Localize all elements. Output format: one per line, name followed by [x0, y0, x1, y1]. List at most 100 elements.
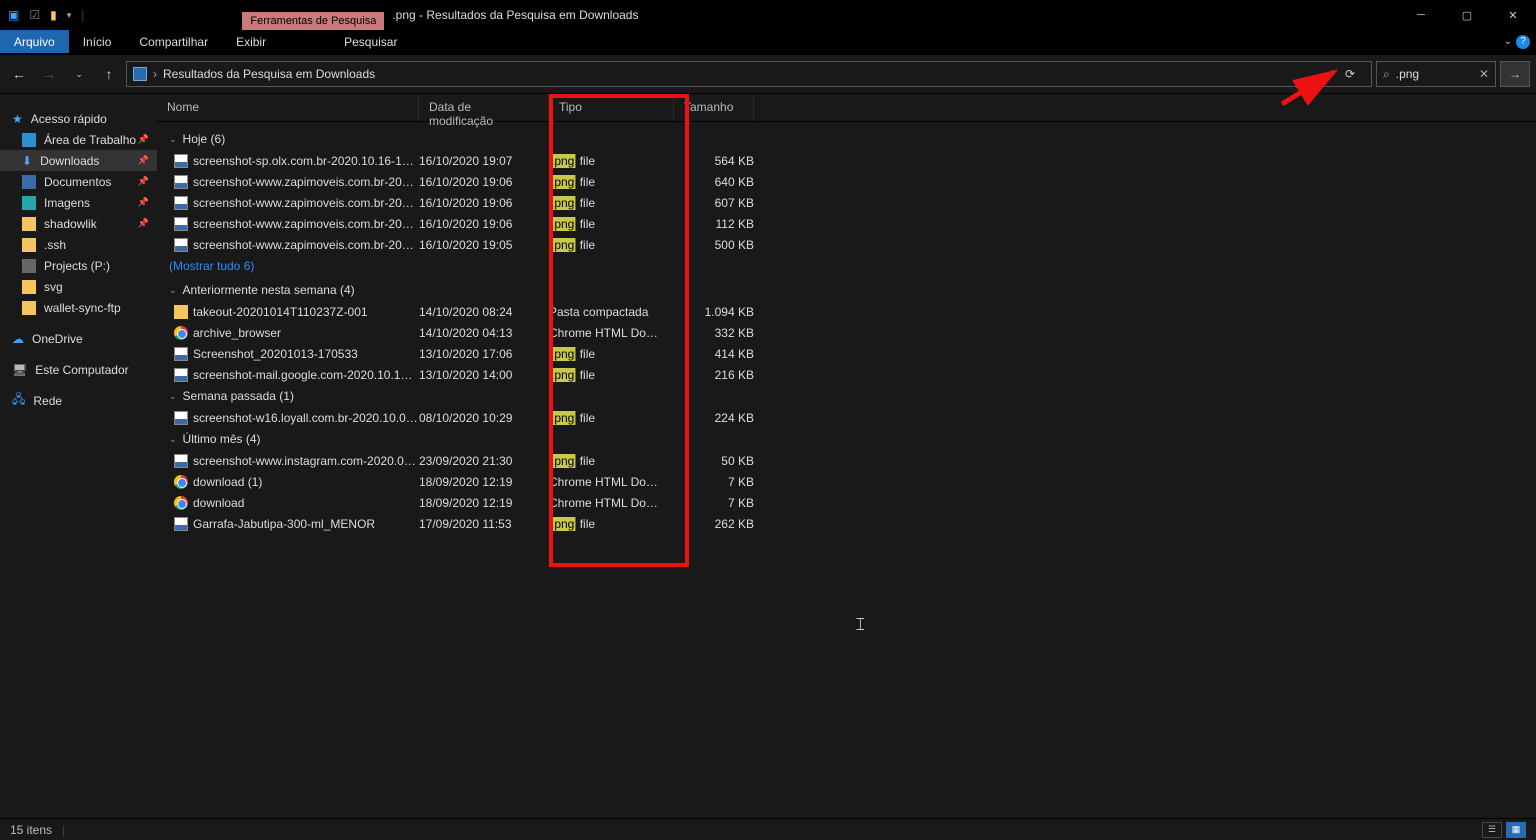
maximize-button[interactable]: ▢ — [1444, 0, 1490, 30]
column-headers: Nome Data de modificação Tipo Tamanho — [157, 94, 1536, 122]
chevron-down-icon: ⌄ — [169, 434, 177, 445]
file-row[interactable]: screenshot-www.zapimoveis.com.br-202…16/… — [169, 171, 1536, 192]
folder-qat-icon[interactable]: ▮ — [50, 8, 57, 22]
column-date[interactable]: Data de modificação — [419, 94, 549, 121]
group-header[interactable]: ⌄Anteriormente nesta semana (4) — [169, 279, 1536, 301]
column-type[interactable]: Tipo — [549, 94, 674, 121]
file-size: 332 KB — [674, 326, 754, 340]
file-row[interactable]: screenshot-www.zapimoveis.com.br-202…16/… — [169, 192, 1536, 213]
file-row[interactable]: Garrafa-Jabutipa-300-ml_MENOR17/09/2020 … — [169, 513, 1536, 534]
sidebar-item-projects[interactable]: Projects (P:) — [0, 255, 157, 276]
address-dropdown-icon[interactable]: ⌄ — [1321, 69, 1329, 80]
up-button[interactable]: ↑ — [96, 61, 122, 87]
close-button[interactable]: ✕ — [1490, 0, 1536, 30]
chrome-file-icon — [174, 496, 188, 510]
home-tab[interactable]: Início — [69, 30, 126, 53]
file-type: .png file — [549, 175, 674, 189]
history-dropdown-icon[interactable]: ⌄ — [66, 61, 92, 87]
file-row[interactable]: screenshot-www.zapimoveis.com.br-202…16/… — [169, 234, 1536, 255]
file-name: screenshot-w16.loyall.com.br-2020.10.08-… — [193, 411, 419, 425]
ribbon-collapse-icon[interactable]: ⌄ — [1504, 36, 1512, 47]
group-header[interactable]: ⌄Último mês (4) — [169, 428, 1536, 450]
back-button[interactable]: ← — [6, 61, 32, 87]
file-type: Chrome HTML Do… — [549, 475, 674, 489]
file-row[interactable]: screenshot-www.zapimoveis.com.br-202…16/… — [169, 213, 1536, 234]
thumbnails-view-button[interactable]: ▦ — [1506, 822, 1526, 838]
sidebar-item-documents[interactable]: Documentos📌 — [0, 171, 157, 192]
sidebar-item-downloads[interactable]: ⬇Downloads📌 — [0, 150, 157, 171]
sidebar-item-ssh[interactable]: .ssh — [0, 234, 157, 255]
sidebar-this-pc[interactable]: 🖥Este Computador — [0, 359, 157, 380]
pin-icon: 📌 — [138, 176, 149, 187]
details-view-button[interactable]: ☰ — [1482, 822, 1502, 838]
file-row[interactable]: screenshot-sp.olx.com.br-2020.10.16-19_…… — [169, 150, 1536, 171]
chevron-down-icon: ⌄ — [169, 391, 177, 402]
png-file-icon — [174, 238, 188, 252]
sidebar-onedrive[interactable]: ☁OneDrive — [0, 328, 157, 349]
file-type: Chrome HTML Do… — [549, 496, 674, 510]
file-row[interactable]: screenshot-w16.loyall.com.br-2020.10.08-… — [169, 407, 1536, 428]
clear-search-icon[interactable]: ✕ — [1479, 67, 1489, 81]
explorer-icon: ▣ — [8, 8, 19, 22]
pin-icon: 📌 — [138, 197, 149, 208]
qat-dropdown-icon[interactable]: ▾ — [67, 10, 72, 21]
file-date: 16/10/2020 19:07 — [419, 154, 549, 168]
text-cursor-icon: 𝙸 — [854, 614, 867, 635]
highlight-png: .png — [549, 154, 576, 168]
chrome-file-icon — [174, 475, 188, 489]
file-name: download — [193, 496, 419, 510]
title-bar: ▣ ☑ ▮ ▾ | Ferramentas de Pesquisa .png -… — [0, 0, 1536, 30]
file-tab[interactable]: Arquivo — [0, 30, 69, 53]
file-row[interactable]: download (1)18/09/2020 12:19Chrome HTML … — [169, 471, 1536, 492]
file-row[interactable]: screenshot-mail.google.com-2020.10.13-…1… — [169, 364, 1536, 385]
sidebar-item-shadowlik[interactable]: shadowlik📌 — [0, 213, 157, 234]
highlight-png: .png — [549, 368, 576, 382]
png-file-icon — [174, 454, 188, 468]
refresh-button[interactable]: ⟳ — [1335, 67, 1365, 81]
file-row[interactable]: Screenshot_20201013-17053313/10/2020 17:… — [169, 343, 1536, 364]
checkbox-icon[interactable]: ☑ — [29, 8, 40, 22]
group-header[interactable]: ⌄Semana passada (1) — [169, 385, 1536, 407]
breadcrumb-current[interactable]: Resultados da Pesquisa em Downloads — [163, 67, 375, 81]
pc-icon: 🖥 — [12, 363, 27, 377]
file-list-pane: Nome Data de modificação Tipo Tamanho ⌄H… — [157, 94, 1536, 824]
highlight-png: .png — [549, 411, 576, 425]
sidebar-quick-access[interactable]: ★Acesso rápido — [0, 108, 157, 129]
file-date: 14/10/2020 08:24 — [419, 305, 549, 319]
sidebar-item-desktop[interactable]: Área de Trabalho📌 — [0, 129, 157, 150]
group-header[interactable]: ⌄Hoje (6) — [169, 128, 1536, 150]
search-tools-tab-label[interactable]: Ferramentas de Pesquisa — [242, 12, 384, 30]
share-tab[interactable]: Compartilhar — [125, 30, 222, 53]
file-name: screenshot-www.instagram.com-2020.09.… — [193, 454, 419, 468]
minimize-button[interactable]: ─ — [1398, 0, 1444, 30]
network-icon: 🖧 — [12, 390, 25, 411]
file-size: 564 KB — [674, 154, 754, 168]
ribbon-tabs: Arquivo Início Compartilhar Exibir Pesqu… — [0, 30, 1536, 54]
file-row[interactable]: screenshot-www.instagram.com-2020.09.…23… — [169, 450, 1536, 471]
sidebar-item-svg[interactable]: svg — [0, 276, 157, 297]
view-tab[interactable]: Exibir — [222, 30, 280, 53]
help-icon[interactable]: ? — [1516, 35, 1530, 49]
search-input[interactable]: ⌕ .png ✕ — [1376, 61, 1496, 87]
file-size: 112 KB — [674, 217, 754, 231]
file-row[interactable]: archive_browser14/10/2020 04:13Chrome HT… — [169, 322, 1536, 343]
file-size: 7 KB — [674, 496, 754, 510]
file-row[interactable]: download18/09/2020 12:19Chrome HTML Do…7… — [169, 492, 1536, 513]
sidebar-network[interactable]: 🖧Rede — [0, 390, 157, 411]
sidebar-item-wallet[interactable]: wallet-sync-ftp — [0, 297, 157, 318]
sidebar-item-images[interactable]: Imagens📌 — [0, 192, 157, 213]
file-name: screenshot-www.zapimoveis.com.br-202… — [193, 196, 419, 210]
folder-icon — [22, 217, 36, 231]
breadcrumb-chevron[interactable]: › — [153, 67, 157, 81]
file-type: Pasta compactada — [549, 305, 674, 319]
address-bar[interactable]: › Resultados da Pesquisa em Downloads ⌄ … — [126, 61, 1372, 87]
cloud-icon: ☁ — [12, 332, 24, 346]
forward-button[interactable]: → — [36, 61, 62, 87]
column-size[interactable]: Tamanho — [674, 94, 754, 121]
file-date: 18/09/2020 12:19 — [419, 496, 549, 510]
column-name[interactable]: Nome — [157, 94, 419, 121]
file-row[interactable]: takeout-20201014T110237Z-00114/10/2020 0… — [169, 301, 1536, 322]
search-go-button[interactable]: → — [1500, 61, 1530, 87]
show-more-link[interactable]: (Mostrar tudo 6) — [169, 255, 1536, 279]
search-tab[interactable]: Pesquisar — [322, 30, 419, 53]
